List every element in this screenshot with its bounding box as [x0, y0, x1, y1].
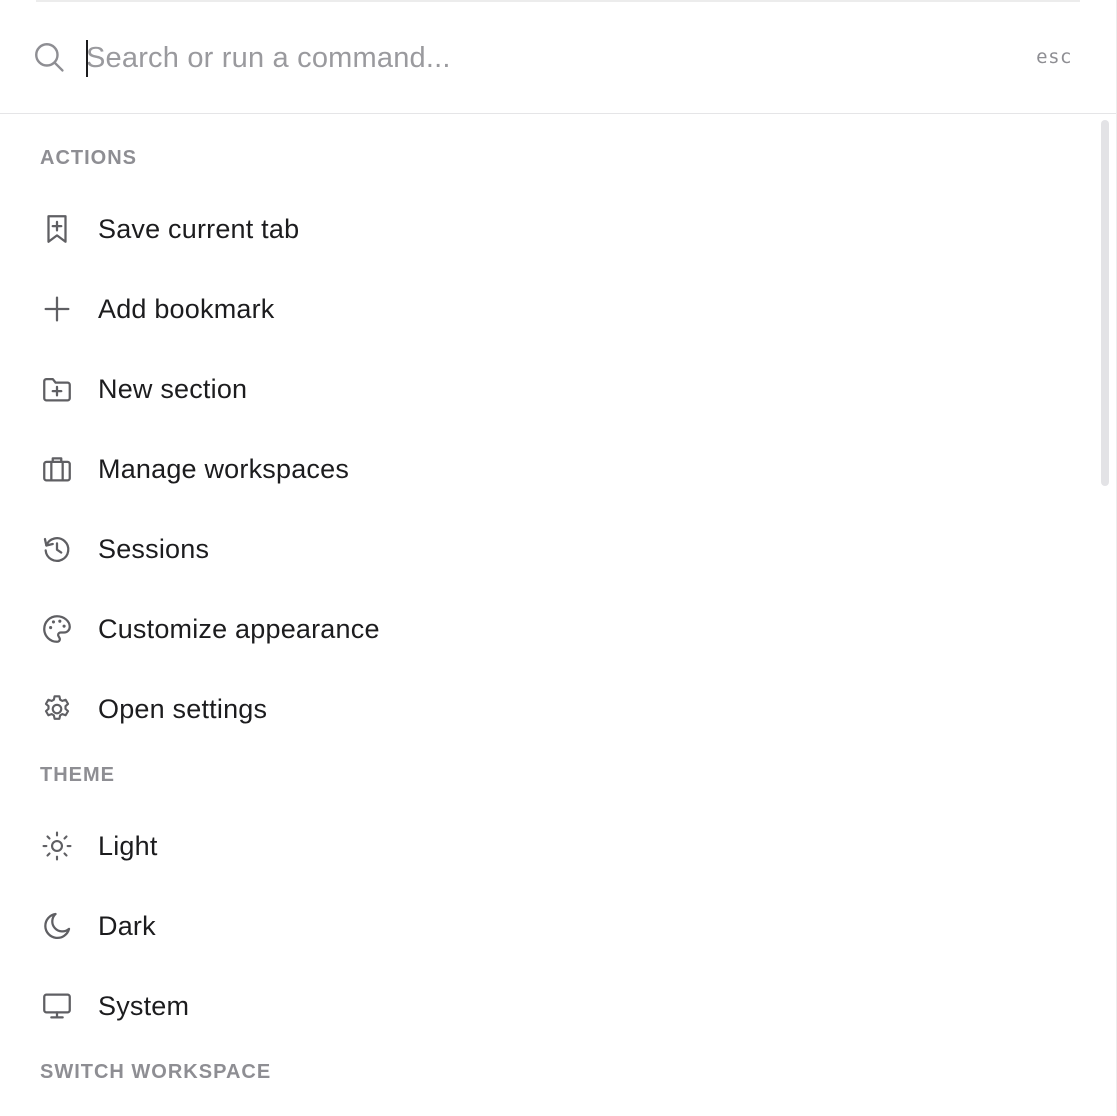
esc-key-hint: esc	[1036, 46, 1072, 68]
scrollbar[interactable]	[1100, 120, 1110, 1116]
section-header-actions: ACTIONS	[40, 147, 137, 169]
action-open-settings[interactable]: Open settings	[24, 677, 1084, 741]
search-bar: esc	[0, 0, 1116, 114]
briefcase-icon	[40, 452, 74, 486]
theme-label: System	[98, 990, 190, 1021]
theme-dark[interactable]: Dark	[24, 894, 1084, 958]
action-save-current-tab[interactable]: Save current tab	[24, 197, 1084, 261]
command-palette: esc ACTIONS Save current tab Add boo	[0, 0, 1117, 1116]
results-list[interactable]: ACTIONS Save current tab Add bookmark Ne…	[0, 115, 1096, 1116]
action-label: Customize appearance	[98, 613, 380, 644]
action-label: Manage workspaces	[98, 453, 350, 484]
theme-light[interactable]: Light	[24, 814, 1084, 878]
action-add-bookmark[interactable]: Add bookmark	[24, 277, 1084, 341]
action-label: Open settings	[98, 693, 268, 724]
action-label: Save current tab	[98, 213, 300, 244]
moon-icon	[40, 909, 74, 943]
action-new-section[interactable]: New section	[24, 357, 1084, 421]
action-customize-appearance[interactable]: Customize appearance	[24, 597, 1084, 661]
gear-icon	[40, 692, 74, 726]
palette-icon	[40, 612, 74, 646]
section-header-theme: THEME	[40, 764, 115, 786]
scrollbar-thumb[interactable]	[1101, 120, 1109, 486]
history-icon	[40, 532, 74, 566]
search-input[interactable]	[86, 34, 986, 82]
action-label: Add bookmark	[98, 293, 275, 324]
search-icon	[32, 40, 66, 74]
text-cursor	[86, 40, 88, 77]
theme-label: Light	[98, 830, 158, 861]
plus-icon	[40, 292, 74, 326]
action-label: New section	[98, 373, 248, 404]
theme-label: Dark	[98, 910, 156, 941]
theme-system[interactable]: System	[24, 974, 1084, 1038]
folder-plus-icon	[40, 372, 74, 406]
monitor-icon	[40, 989, 74, 1023]
section-header-switch-workspace: SWITCH WORKSPACE	[40, 1061, 272, 1083]
action-label: Sessions	[98, 533, 210, 564]
action-sessions[interactable]: Sessions	[24, 517, 1084, 581]
action-manage-workspaces[interactable]: Manage workspaces	[24, 437, 1084, 501]
bookmark-plus-icon	[40, 212, 74, 246]
sun-icon	[40, 829, 74, 863]
